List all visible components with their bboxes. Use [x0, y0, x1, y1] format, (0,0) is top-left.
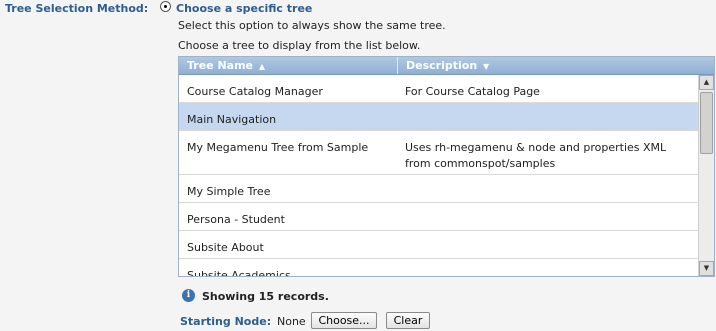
tree-grid: Tree Name ▲ Description ▼ Course Catalog…	[178, 56, 715, 277]
tree-name-cell: Subsite Academics	[187, 269, 291, 276]
starting-node-label: Starting Node:	[180, 315, 272, 328]
choose-specific-tree-label[interactable]: Choose a specific tree	[176, 2, 312, 15]
column-header-tree-name[interactable]: Tree Name ▲	[179, 57, 398, 74]
grid-header: Tree Name ▲ Description ▼	[179, 57, 714, 75]
tree-name-cell: My Simple Tree	[187, 185, 271, 198]
starting-node-value: None	[277, 315, 306, 328]
info-icon: i	[182, 289, 195, 302]
tree-name-cell: Persona - Student	[187, 213, 285, 226]
tree-description-cell: Uses rh-megamenu & node and properties X…	[405, 141, 667, 170]
table-row-selected[interactable]: Main Navigation	[179, 103, 698, 131]
table-row[interactable]: My Simple Tree	[179, 175, 698, 203]
tree-name-cell: My Megamenu Tree from Sample	[187, 141, 369, 154]
tree-name-cell: Course Catalog Manager	[187, 85, 323, 98]
table-row[interactable]: Subsite Academics	[179, 259, 698, 276]
table-row[interactable]: Persona - Student	[179, 203, 698, 231]
tree-description-cell: For Course Catalog Page	[405, 85, 540, 98]
scroll-thumb[interactable]	[700, 92, 713, 154]
sort-descending-icon: ▼	[483, 62, 490, 71]
column-header-tree-name-label: Tree Name	[187, 59, 254, 72]
option-description: Select this option to always show the sa…	[178, 19, 446, 32]
list-prompt: Choose a tree to display from the list b…	[178, 39, 421, 52]
choose-specific-tree-radio[interactable]	[160, 1, 171, 12]
scroll-down-icon[interactable]: ▼	[699, 261, 714, 276]
tree-selection-method-label: Tree Selection Method:	[5, 2, 149, 15]
column-header-description-label: Description	[406, 59, 478, 72]
scroll-up-icon[interactable]: ▲	[699, 75, 714, 90]
table-row[interactable]: My Megamenu Tree from Sample Uses rh-meg…	[179, 131, 698, 175]
grid-scrollbar[interactable]: ▲ ▼	[698, 75, 714, 276]
tree-name-cell: Subsite About	[187, 241, 264, 254]
table-row[interactable]: Subsite About	[179, 231, 698, 259]
tree-name-cell: Main Navigation	[187, 113, 277, 126]
column-header-description[interactable]: Description ▼	[398, 57, 714, 74]
records-count: Showing 15 records.	[202, 290, 329, 303]
sort-ascending-icon: ▲	[258, 62, 266, 71]
grid-body: Course Catalog Manager For Course Catalo…	[179, 75, 698, 276]
choose-button[interactable]: Choose...	[311, 312, 377, 329]
clear-button[interactable]: Clear	[386, 312, 430, 329]
table-row[interactable]: Course Catalog Manager For Course Catalo…	[179, 75, 698, 103]
